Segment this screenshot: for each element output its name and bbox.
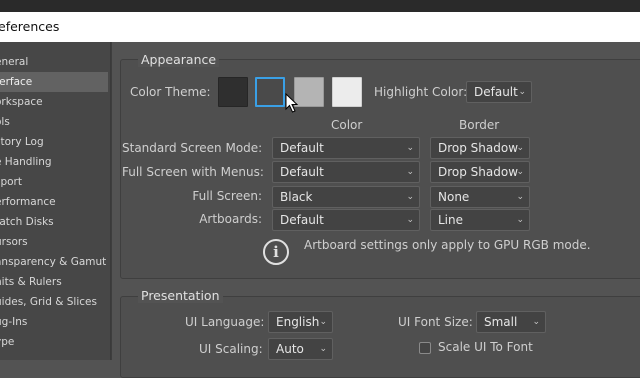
sidebar-item-file-handling[interactable]: e Handling: [0, 152, 108, 172]
sidebar-item-export[interactable]: sport: [0, 172, 108, 192]
artboards-label: Artboards:: [199, 212, 262, 226]
ui-font-size-dropdown[interactable]: Small ⌄: [476, 311, 546, 333]
scale-ui-to-font-label: Scale UI To Font: [438, 340, 533, 354]
appearance-title: Appearance: [138, 52, 220, 67]
sidebar-item-cursors[interactable]: ursors: [0, 232, 108, 252]
sidebar-item-performance[interactable]: erformance: [0, 192, 108, 212]
mouse-cursor-icon: [285, 93, 299, 113]
ui-scaling-label: UI Scaling:: [199, 342, 263, 356]
artboard-info-text: Artboard settings only apply to GPU RGB …: [304, 238, 591, 252]
chevron-down-icon: ⌄: [406, 215, 414, 225]
standard-screen-border-dropdown[interactable]: Drop Shadow ⌄: [430, 137, 530, 159]
sidebar-item-transparency-gamut[interactable]: ansparency & Gamut: [0, 252, 108, 272]
chevron-down-icon: ⌄: [406, 192, 414, 202]
chevron-down-icon: ⌄: [406, 143, 414, 153]
chevron-down-icon: ⌄: [319, 317, 327, 327]
chevron-down-icon: ⌄: [532, 317, 540, 327]
sidebar-item-interface[interactable]: terface: [0, 72, 108, 92]
standard-screen-color-dropdown[interactable]: Default ⌄: [272, 137, 420, 159]
artboards-color-dropdown[interactable]: Default ⌄: [272, 209, 420, 231]
full-screen-border-dropdown[interactable]: None ⌄: [430, 186, 530, 208]
info-icon: i: [263, 239, 289, 265]
sidebar-item-scratch-disks[interactable]: ratch Disks: [0, 212, 108, 232]
sidebar-item-guides-grid-slices[interactable]: uides, Grid & Slices: [0, 292, 108, 312]
presentation-group: [120, 296, 640, 378]
ui-scaling-dropdown[interactable]: Auto ⌄: [268, 338, 333, 360]
border-column-header: Border: [459, 118, 500, 132]
chevron-down-icon: ⌄: [518, 87, 526, 97]
chevron-down-icon: ⌄: [516, 167, 524, 177]
chevron-down-icon: ⌄: [319, 344, 327, 354]
theme-swatch-light[interactable]: [332, 77, 362, 107]
full-screen-color-dropdown[interactable]: Black ⌄: [272, 186, 420, 208]
preferences-sidebar: eneral terface orkspace ols story Log e …: [0, 42, 111, 360]
chevron-down-icon: ⌄: [516, 215, 524, 225]
sidebar-item-general[interactable]: eneral: [0, 52, 108, 72]
dialog-title-bar: eferences: [0, 12, 640, 42]
ui-language-label: UI Language:: [185, 315, 265, 329]
chevron-down-icon: ⌄: [516, 192, 524, 202]
sidebar-item-plug-ins[interactable]: ug-Ins: [0, 312, 108, 332]
theme-swatch-darkest[interactable]: [218, 77, 248, 107]
chevron-down-icon: ⌄: [406, 167, 414, 177]
full-screen-menus-label: Full Screen with Menus:: [122, 165, 264, 179]
sidebar-item-tools[interactable]: ols: [0, 112, 108, 132]
chevron-down-icon: ⌄: [516, 143, 524, 153]
sidebar-divider: [111, 42, 112, 360]
top-strip: [0, 0, 640, 12]
highlight-color-dropdown[interactable]: Default ⌄: [466, 81, 532, 103]
artboards-border-dropdown[interactable]: Line ⌄: [430, 209, 530, 231]
sidebar-item-units-rulers[interactable]: nits & Rulers: [0, 272, 108, 292]
scale-ui-to-font-checkbox[interactable]: [419, 342, 431, 354]
color-theme-label: Color Theme:: [130, 85, 211, 99]
theme-swatch-dark[interactable]: [255, 77, 285, 107]
ui-font-size-label: UI Font Size:: [398, 315, 473, 329]
standard-screen-mode-label: Standard Screen Mode:: [122, 141, 263, 155]
ui-language-dropdown[interactable]: English ⌄: [268, 311, 333, 333]
highlight-color-label: Highlight Color:: [374, 85, 468, 99]
full-screen-menus-color-dropdown[interactable]: Default ⌄: [272, 161, 420, 183]
color-column-header: Color: [331, 118, 363, 132]
sidebar-item-type[interactable]: ype: [0, 332, 108, 352]
dialog-title: eferences: [0, 19, 60, 34]
sidebar-item-workspace[interactable]: orkspace: [0, 92, 108, 112]
full-screen-label: Full Screen:: [192, 189, 262, 203]
sidebar-item-history-log[interactable]: story Log: [0, 132, 108, 152]
presentation-title: Presentation: [138, 288, 223, 303]
full-screen-menus-border-dropdown[interactable]: Drop Shadow ⌄: [430, 161, 530, 183]
